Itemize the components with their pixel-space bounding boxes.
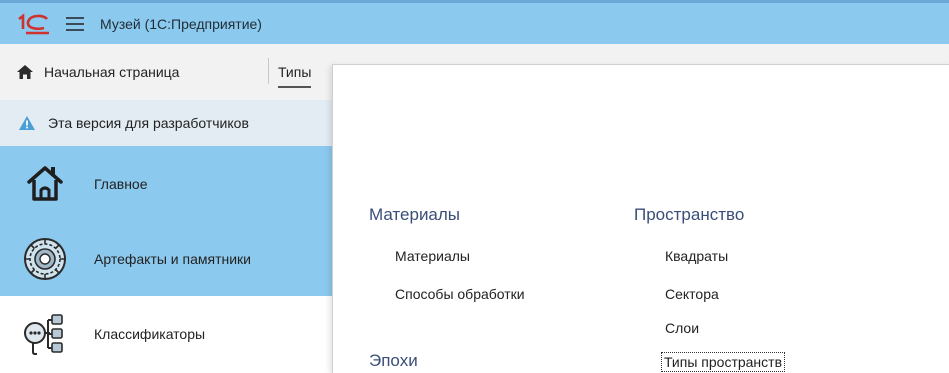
title-bar: Музей (1С:Предприятие) (0, 0, 949, 44)
menu-burger-icon[interactable] (66, 16, 84, 31)
tab-home-label: Начальная страница (44, 64, 180, 80)
sidebar-item-main[interactable]: Главное (0, 146, 332, 221)
menu-link-processing-methods[interactable]: Способы обработки (395, 286, 525, 302)
menu-link-squares[interactable]: Квадраты (665, 248, 728, 264)
menu-link-materials[interactable]: Материалы (395, 248, 470, 264)
group-title-materials: Материалы (369, 205, 461, 224)
tab-divider (268, 58, 269, 84)
medallion-icon (24, 237, 66, 280)
warning-icon (19, 116, 35, 130)
section-menu-panel: Материалы Материалы Способы обработки Эп… (332, 64, 949, 373)
menu-link-space-types[interactable]: Типы пространств (660, 352, 786, 372)
home-icon (17, 65, 33, 79)
tab-home[interactable]: Начальная страница (0, 44, 179, 100)
sidebar-item-label: Классификаторы (94, 325, 206, 342)
group-title-epochs: Эпохи (369, 351, 418, 370)
tab-types[interactable]: Типы (278, 58, 312, 88)
sidebar-item-label: Артефакты и памятники (94, 250, 252, 267)
house-icon (27, 165, 63, 201)
group-title-space: Пространство (634, 205, 745, 224)
banner-text: Эта версия для разработчиков (48, 115, 249, 131)
sidebar-item-label: Главное (94, 175, 148, 192)
menu-link-sectors[interactable]: Сектора (665, 286, 719, 302)
app-title: Музей (1С:Предприятие) (100, 15, 262, 32)
sidebar-item-classifiers[interactable]: Классификаторы (0, 296, 332, 371)
1c-logo-icon[interactable] (16, 12, 52, 35)
menu-link-layers[interactable]: Слои (665, 320, 699, 336)
sidebar-item-artifacts[interactable]: Артефакты и памятники (0, 221, 332, 296)
classifier-tree-icon (24, 313, 63, 355)
sections-sidebar: Главное Артефакты и памятники Классифика… (0, 146, 332, 372)
